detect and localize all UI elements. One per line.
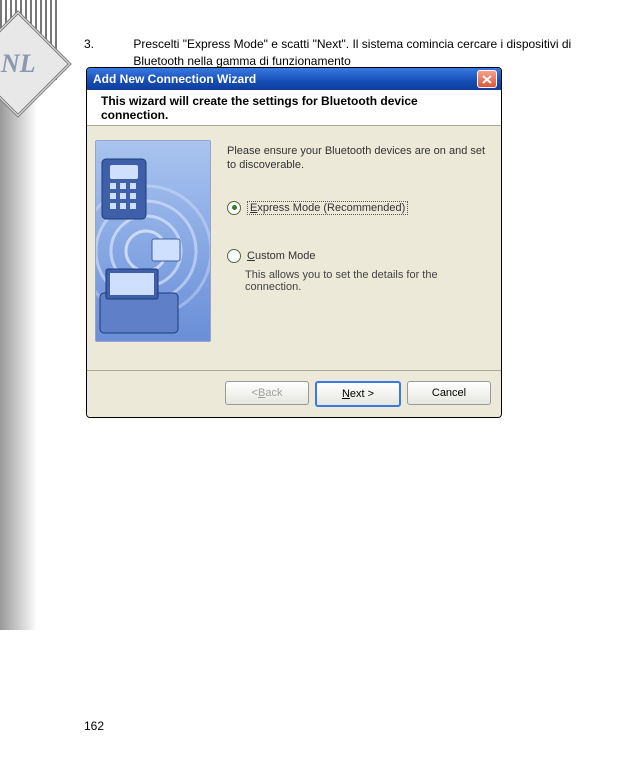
step-number: 3. — [84, 36, 130, 53]
brand-logo-text: NL — [1, 49, 36, 79]
custom-mode-sublabel: This allows you to set the details for t… — [245, 269, 487, 293]
label-text: xpress Mode (Recommended) — [257, 202, 405, 214]
wizard-footer: < Back Next > Cancel — [87, 370, 501, 417]
cancel-button[interactable]: Cancel — [407, 381, 491, 405]
radio-express-label: Express Mode (Recommended) — [247, 201, 408, 215]
back-button: < Back — [225, 381, 309, 405]
mnemonic-underlined: C — [247, 250, 255, 262]
add-connection-wizard-window: Add New Connection Wizard This wizard wi… — [86, 67, 502, 418]
next-button[interactable]: Next > — [315, 381, 401, 407]
mnemonic-underlined: B — [258, 387, 265, 399]
window-title: Add New Connection Wizard — [93, 72, 477, 86]
step-instruction: 3. Prescelti "Express Mode" e scatti "Ne… — [84, 36, 620, 70]
btn-rest: ext > — [350, 388, 374, 400]
radio-icon — [227, 201, 241, 215]
advice-text: Please ensure your Bluetooth devices are… — [227, 144, 487, 173]
radio-custom-mode[interactable]: Custom Mode — [227, 249, 487, 263]
close-icon[interactable] — [477, 70, 497, 88]
wizard-header: This wizard will create the settings for… — [87, 90, 501, 126]
mnemonic-underlined: N — [342, 388, 350, 400]
page-number: 162 — [84, 719, 104, 733]
page-sidebar: NL — [0, 0, 62, 630]
step-text: Prescelti "Express Mode" e scatti "Next"… — [133, 36, 619, 70]
wizard-header-text: This wizard will create the settings for… — [101, 94, 487, 122]
radio-icon — [227, 249, 241, 263]
wizard-illustration — [95, 140, 211, 342]
radio-custom-label: Custom Mode — [247, 250, 315, 262]
window-titlebar[interactable]: Add New Connection Wizard — [87, 68, 501, 90]
btn-rest: ack — [265, 387, 282, 399]
radio-express-mode[interactable]: Express Mode (Recommended) — [227, 201, 487, 215]
wizard-options: Please ensure your Bluetooth devices are… — [227, 140, 487, 342]
wizard-body: Please ensure your Bluetooth devices are… — [87, 126, 501, 370]
btn-label: Cancel — [432, 387, 466, 399]
label-text: ustom Mode — [255, 250, 316, 262]
